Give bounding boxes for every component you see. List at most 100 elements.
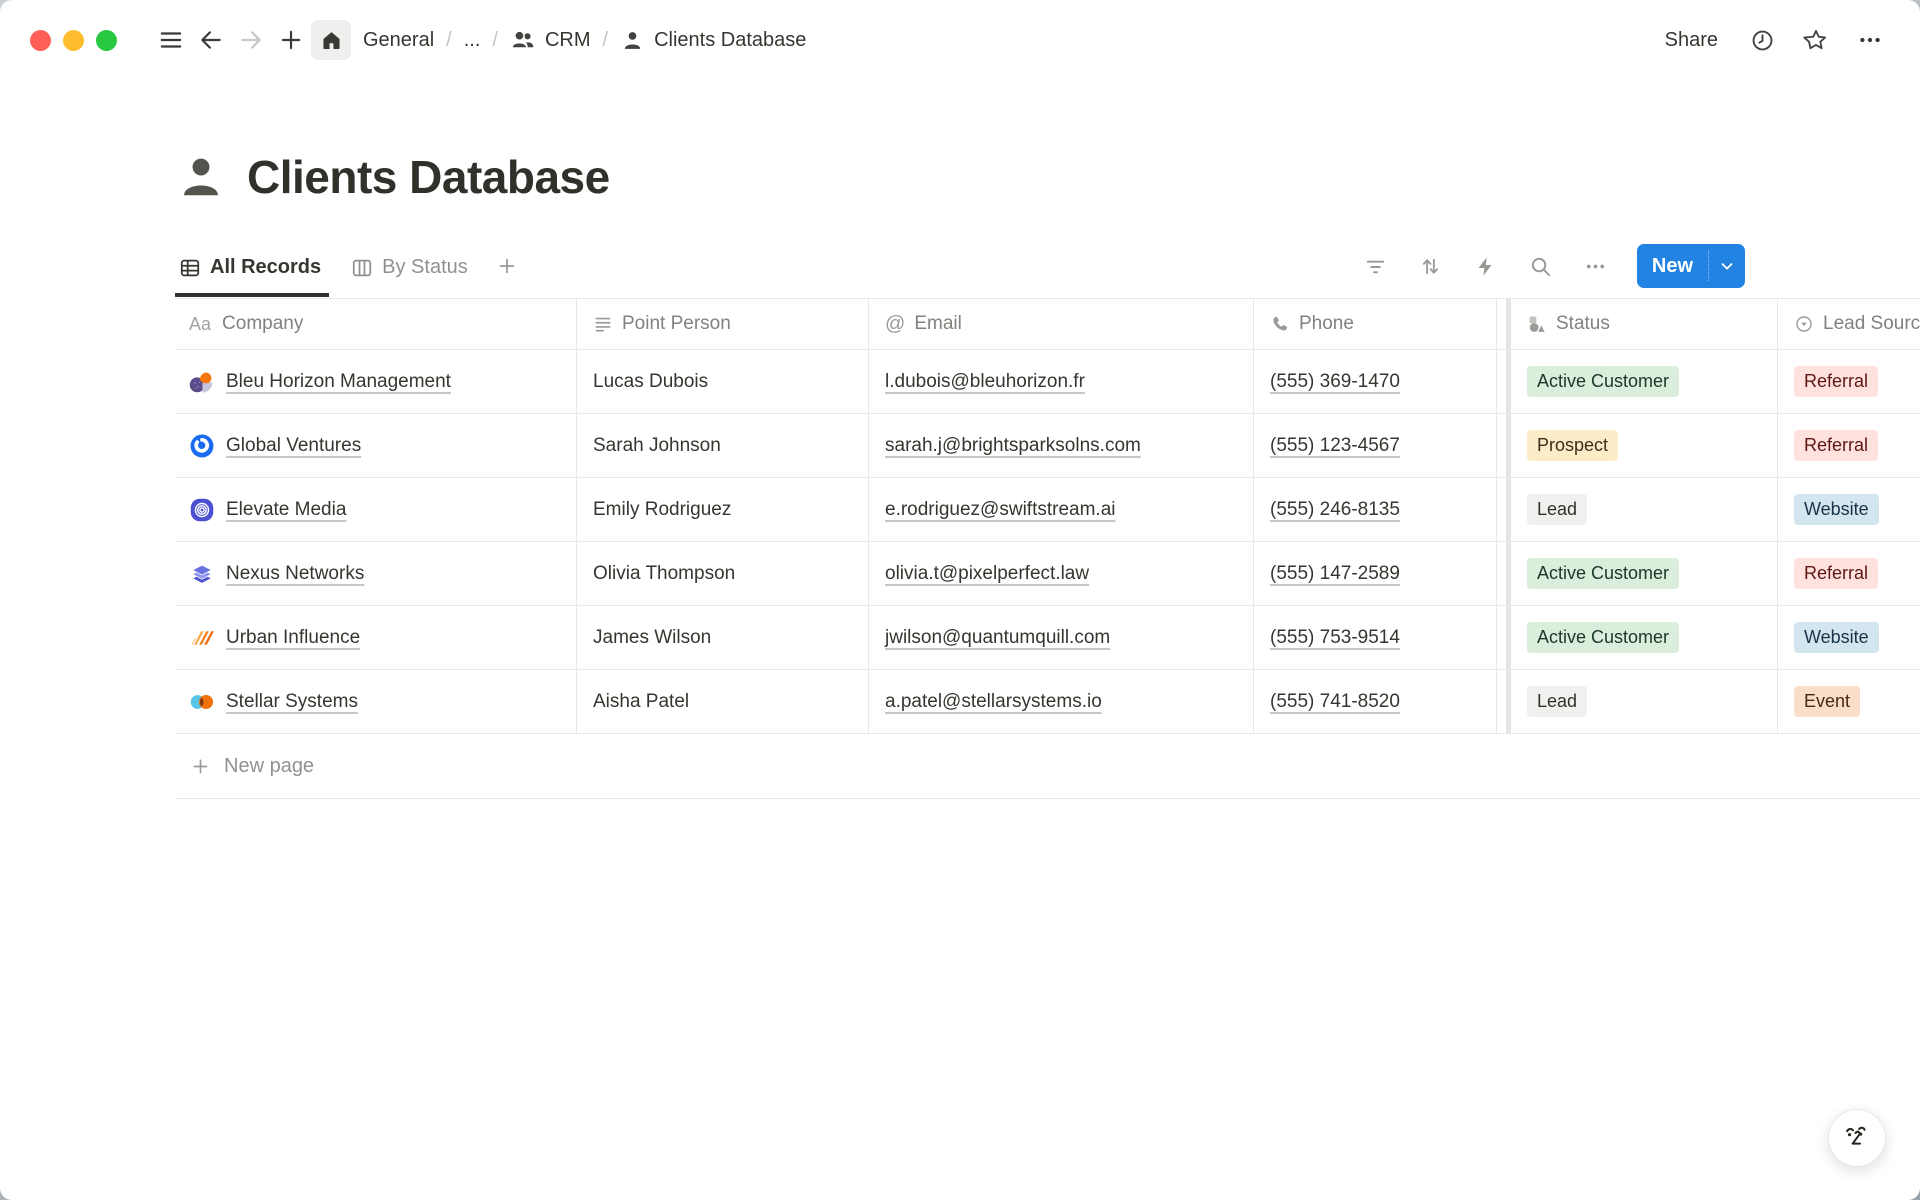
company-cell[interactable]: Urban Influence (175, 606, 577, 669)
view-options-button[interactable] (1576, 246, 1616, 286)
column-header-point-person[interactable]: Point Person (577, 299, 869, 349)
tab-all-records[interactable]: All Records (175, 256, 329, 297)
sidebar-menu-button[interactable] (151, 20, 191, 60)
point-person-cell[interactable]: Aisha Patel (577, 670, 869, 733)
lead-source-cell[interactable]: Referral (1778, 414, 1920, 477)
phone-cell[interactable]: (555) 246-8135 (1254, 478, 1497, 541)
phone-link[interactable]: (555) 123-4567 (1270, 435, 1400, 457)
table-row[interactable]: Bleu Horizon Management Lucas Dubois l.d… (175, 350, 1920, 414)
lead-source-cell[interactable]: Referral (1778, 542, 1920, 605)
point-person-cell[interactable]: Lucas Dubois (577, 350, 869, 413)
phone-link[interactable]: (555) 246-8135 (1270, 499, 1400, 521)
email-link[interactable]: l.dubois@bleuhorizon.fr (885, 371, 1085, 393)
lead-source-cell[interactable]: Referral (1778, 350, 1920, 413)
table-row[interactable]: Stellar Systems Aisha Patel a.patel@stel… (175, 670, 1920, 734)
forward-button[interactable] (231, 20, 271, 60)
company-cell[interactable]: Elevate Media (175, 478, 577, 541)
phone-link[interactable]: (555) 147-2589 (1270, 563, 1400, 585)
back-button[interactable] (191, 20, 231, 60)
email-cell[interactable]: jwilson@quantumquill.com (869, 606, 1254, 669)
breadcrumb-item-clients-database[interactable]: Clients Database (614, 24, 812, 57)
minimize-button[interactable] (63, 30, 84, 51)
automations-button[interactable] (1466, 246, 1506, 286)
point-person-cell[interactable]: James Wilson (577, 606, 869, 669)
email-link[interactable]: e.rodriguez@swiftstream.ai (885, 499, 1115, 521)
company-page-link[interactable]: Urban Influence (226, 627, 360, 649)
lead-source-cell[interactable]: Website (1778, 478, 1920, 541)
close-button[interactable] (30, 30, 51, 51)
phone-link[interactable]: (555) 369-1470 (1270, 371, 1400, 393)
breadcrumb-label: General (363, 29, 434, 52)
more-options-button[interactable] (1850, 20, 1890, 60)
email-link[interactable]: a.patel@stellarsystems.io (885, 691, 1102, 713)
email-link[interactable]: sarah.j@brightsparksolns.com (885, 435, 1141, 457)
page-title[interactable]: Clients Database (247, 150, 610, 204)
ellipsis-icon (1857, 27, 1883, 53)
filter-button[interactable] (1356, 246, 1396, 286)
point-person-cell[interactable]: Sarah Johnson (577, 414, 869, 477)
new-tab-button[interactable] (271, 20, 311, 60)
lead-source-cell[interactable]: Event (1778, 670, 1920, 733)
lead-source-cell[interactable]: Website (1778, 606, 1920, 669)
page-person-icon[interactable] (175, 151, 227, 203)
email-cell[interactable]: olivia.t@pixelperfect.law (869, 542, 1254, 605)
email-cell[interactable]: sarah.j@brightsparksolns.com (869, 414, 1254, 477)
breadcrumb-item-general[interactable]: General (357, 25, 440, 56)
new-button[interactable]: New (1637, 244, 1745, 288)
notion-ai-button[interactable] (1828, 1109, 1886, 1167)
zoom-button[interactable] (96, 30, 117, 51)
status-cell[interactable]: Active Customer (1497, 542, 1778, 605)
history-button[interactable] (1742, 20, 1782, 60)
column-header-company[interactable]: Aa Company (175, 299, 577, 349)
sort-button[interactable] (1411, 246, 1451, 286)
notion-window: General / ... / CRM / Clients Database S… (0, 0, 1920, 1200)
table-row[interactable]: Urban Influence James Wilson jwilson@qua… (175, 606, 1920, 670)
status-cell[interactable]: Active Customer (1497, 606, 1778, 669)
point-person-cell[interactable]: Emily Rodriguez (577, 478, 869, 541)
table-row[interactable]: Nexus Networks Olivia Thompson olivia.t@… (175, 542, 1920, 606)
column-header-lead-source[interactable]: Lead Source (1778, 299, 1920, 349)
breadcrumb-item-crm[interactable]: CRM (504, 23, 597, 57)
status-cell[interactable]: Lead (1497, 478, 1778, 541)
table-row[interactable]: Global Ventures Sarah Johnson sarah.j@br… (175, 414, 1920, 478)
company-cell[interactable]: Global Ventures (175, 414, 577, 477)
status-cell[interactable]: Lead (1497, 670, 1778, 733)
company-page-link[interactable]: Nexus Networks (226, 563, 364, 585)
email-link[interactable]: olivia.t@pixelperfect.law (885, 563, 1089, 585)
phone-cell[interactable]: (555) 123-4567 (1254, 414, 1497, 477)
table-row[interactable]: Elevate Media Emily Rodriguez e.rodrigue… (175, 478, 1920, 542)
share-button[interactable]: Share (1655, 23, 1728, 58)
phone-link[interactable]: (555) 741-8520 (1270, 691, 1400, 713)
lead-source-badge: Event (1794, 686, 1860, 718)
email-cell[interactable]: e.rodriguez@swiftstream.ai (869, 478, 1254, 541)
company-cell[interactable]: Bleu Horizon Management (175, 350, 577, 413)
email-cell[interactable]: a.patel@stellarsystems.io (869, 670, 1254, 733)
company-cell[interactable]: Nexus Networks (175, 542, 577, 605)
new-page-button[interactable]: New page (175, 734, 1920, 799)
company-page-link[interactable]: Stellar Systems (226, 691, 358, 713)
search-button[interactable] (1521, 246, 1561, 286)
column-header-status[interactable]: Status (1497, 299, 1778, 349)
new-button-dropdown[interactable] (1708, 251, 1745, 281)
favorite-button[interactable] (1796, 20, 1836, 60)
email-link[interactable]: jwilson@quantumquill.com (885, 627, 1110, 649)
phone-cell[interactable]: (555) 741-8520 (1254, 670, 1497, 733)
email-cell[interactable]: l.dubois@bleuhorizon.fr (869, 350, 1254, 413)
status-cell[interactable]: Prospect (1497, 414, 1778, 477)
phone-link[interactable]: (555) 753-9514 (1270, 627, 1400, 649)
phone-cell[interactable]: (555) 369-1470 (1254, 350, 1497, 413)
phone-cell[interactable]: (555) 753-9514 (1254, 606, 1497, 669)
phone-cell[interactable]: (555) 147-2589 (1254, 542, 1497, 605)
company-page-link[interactable]: Global Ventures (226, 435, 361, 457)
home-button[interactable] (311, 20, 351, 60)
breadcrumb-item-ellipsis[interactable]: ... (458, 25, 487, 56)
column-header-email[interactable]: @ Email (869, 299, 1254, 349)
company-cell[interactable]: Stellar Systems (175, 670, 577, 733)
point-person-cell[interactable]: Olivia Thompson (577, 542, 869, 605)
tab-by-status[interactable]: By Status (347, 256, 476, 297)
company-page-link[interactable]: Elevate Media (226, 499, 346, 521)
add-view-button[interactable] (494, 255, 528, 298)
status-cell[interactable]: Active Customer (1497, 350, 1778, 413)
company-page-link[interactable]: Bleu Horizon Management (226, 371, 451, 393)
column-header-phone[interactable]: Phone (1254, 299, 1497, 349)
